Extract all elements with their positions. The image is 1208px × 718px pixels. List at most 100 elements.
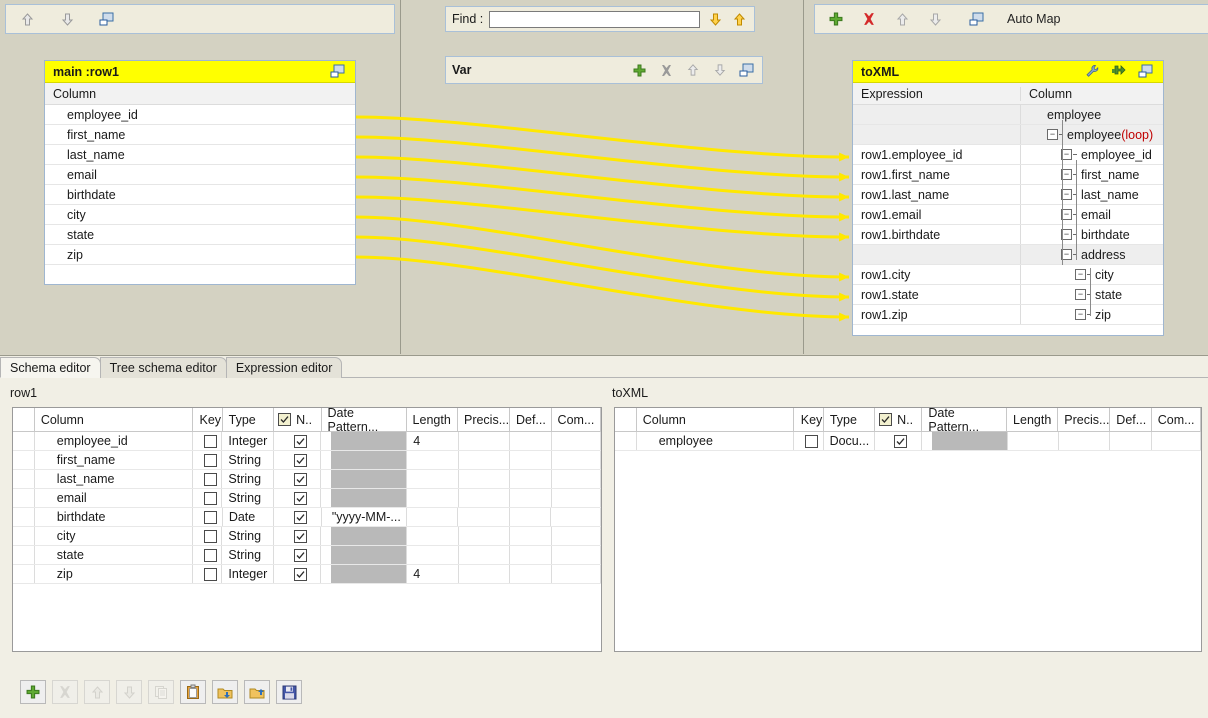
cell-date_pattern[interactable]: "yyyy-MM-...: [322, 508, 407, 526]
nullable-select-all-checkbox[interactable]: [879, 413, 893, 426]
remove-icon[interactable]: [860, 10, 878, 28]
expression-cell[interactable]: row1.birthdate: [853, 225, 1021, 244]
table-row[interactable]: − address: [853, 245, 1163, 265]
tree-node-cell[interactable]: − employee_id: [1021, 145, 1163, 164]
cell-column[interactable]: email: [35, 489, 193, 507]
table-row[interactable]: zip: [45, 245, 355, 265]
expression-cell[interactable]: row1.employee_id: [853, 145, 1021, 164]
add-row-button[interactable]: [20, 680, 46, 704]
cell-date_pattern[interactable]: [321, 489, 408, 507]
move-down-icon[interactable]: [711, 61, 729, 79]
auto-map-label[interactable]: Auto Map: [1007, 12, 1061, 26]
tree-node-cell[interactable]: − address: [1021, 245, 1163, 264]
collapse-toggle-icon[interactable]: −: [1047, 129, 1058, 140]
column-header-length[interactable]: Length: [407, 408, 458, 431]
cell-comment[interactable]: [552, 432, 601, 450]
cell-nullable[interactable]: [274, 546, 322, 564]
cell-default[interactable]: [1110, 432, 1152, 450]
expression-cell[interactable]: row1.last_name: [853, 185, 1021, 204]
row-marker[interactable]: [13, 546, 35, 564]
expression-cell[interactable]: row1.city: [853, 265, 1021, 284]
expression-cell[interactable]: row1.first_name: [853, 165, 1021, 184]
table-row[interactable]: city: [45, 205, 355, 225]
table-row[interactable]: employee_id Integer 4: [13, 432, 601, 451]
expression-cell[interactable]: [853, 245, 1021, 264]
key-checkbox[interactable]: [203, 529, 217, 543]
cell-comment[interactable]: [552, 470, 601, 488]
cell-date_pattern[interactable]: [321, 451, 408, 469]
row-marker[interactable]: [615, 432, 637, 450]
minimize-window-icon[interactable]: [329, 63, 347, 81]
minimize-window-icon[interactable]: [738, 61, 756, 79]
cell-type[interactable]: Integer: [222, 565, 274, 583]
cell-nullable[interactable]: [274, 508, 322, 526]
table-row[interactable]: row1.city − city: [853, 265, 1163, 285]
cell-type[interactable]: String: [222, 451, 274, 469]
cell-nullable[interactable]: [274, 527, 322, 545]
move-up-icon[interactable]: [18, 10, 36, 28]
cell-column[interactable]: birthdate: [35, 508, 194, 526]
column-header-comment[interactable]: Com...: [552, 408, 601, 431]
row-marker[interactable]: [13, 565, 35, 583]
table-row[interactable]: city String: [13, 527, 601, 546]
column-header-type[interactable]: Type: [824, 408, 876, 431]
tab-expression-editor[interactable]: Expression editor: [225, 357, 343, 378]
cell-comment[interactable]: [552, 527, 601, 545]
row-marker[interactable]: [13, 489, 35, 507]
nullable-checkbox[interactable]: [293, 529, 307, 543]
tree-node-cell[interactable]: − employee (loop): [1021, 125, 1163, 144]
cell-default[interactable]: [510, 451, 552, 469]
cell-nullable[interactable]: [274, 470, 322, 488]
column-header-precision[interactable]: Precis...: [1058, 408, 1111, 431]
cell-type[interactable]: Integer: [222, 432, 274, 450]
key-checkbox[interactable]: [203, 567, 217, 581]
cell-precision[interactable]: [459, 565, 511, 583]
add-icon[interactable]: [827, 10, 845, 28]
cell-nullable[interactable]: [875, 432, 923, 450]
cell-length[interactable]: [407, 527, 459, 545]
table-row[interactable]: row1.employee_id − employee_id: [853, 145, 1163, 165]
cell-length[interactable]: [407, 470, 459, 488]
minimize-window-icon[interactable]: [1137, 63, 1155, 81]
cell-date_pattern[interactable]: [321, 432, 408, 450]
cell-key[interactable]: [193, 508, 223, 526]
cell-type[interactable]: String: [222, 470, 274, 488]
import-schema-button[interactable]: [212, 680, 238, 704]
table-row[interactable]: state String: [13, 546, 601, 565]
cell-date_pattern[interactable]: [321, 470, 408, 488]
table-row[interactable]: last_name: [45, 145, 355, 165]
nullable-select-all-checkbox[interactable]: [278, 413, 292, 426]
cell-type[interactable]: String: [222, 489, 274, 507]
nullable-checkbox[interactable]: [293, 453, 307, 467]
cell-key[interactable]: [193, 527, 223, 545]
export-schema-button[interactable]: [244, 680, 270, 704]
column-header-length[interactable]: Length: [1007, 408, 1059, 431]
cell-key[interactable]: [193, 489, 223, 507]
add-output-icon[interactable]: [1110, 63, 1128, 81]
tree-node-cell[interactable]: − state: [1021, 285, 1163, 304]
cell-default[interactable]: [510, 432, 552, 450]
cell-column[interactable]: city: [35, 527, 193, 545]
add-icon[interactable]: [630, 61, 648, 79]
column-header-column[interactable]: Column: [637, 408, 795, 431]
cell-length[interactable]: [407, 489, 459, 507]
cell-type[interactable]: Docu...: [824, 432, 875, 450]
tree-node-cell[interactable]: − email: [1021, 205, 1163, 224]
row-marker[interactable]: [13, 470, 35, 488]
column-header-default[interactable]: Def...: [1110, 408, 1152, 431]
row-marker[interactable]: [13, 432, 35, 450]
cell-comment[interactable]: [551, 508, 601, 526]
collapse-toggle-icon[interactable]: −: [1075, 269, 1086, 280]
cell-length[interactable]: [407, 546, 459, 564]
cell-type[interactable]: String: [222, 546, 274, 564]
minimize-window-icon[interactable]: [98, 10, 116, 28]
table-row[interactable]: last_name String: [13, 470, 601, 489]
cell-column[interactable]: last_name: [35, 470, 193, 488]
cell-length[interactable]: [407, 451, 459, 469]
move-up-icon[interactable]: [684, 61, 702, 79]
cell-comment[interactable]: [552, 546, 601, 564]
tree-node-cell[interactable]: − birthdate: [1021, 225, 1163, 244]
nullable-checkbox[interactable]: [293, 548, 307, 562]
cell-type[interactable]: String: [222, 527, 274, 545]
cell-key[interactable]: [193, 432, 223, 450]
